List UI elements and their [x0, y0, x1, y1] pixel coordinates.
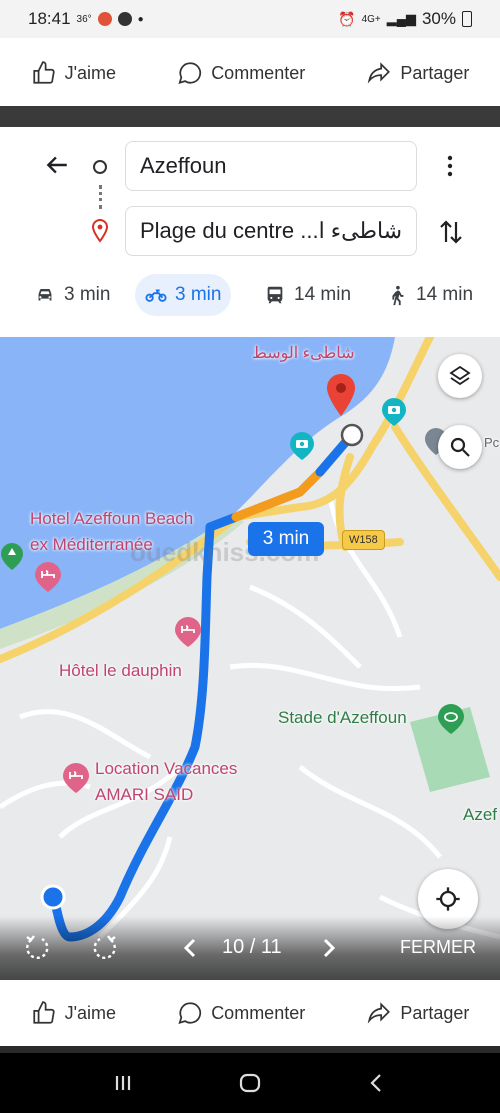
chevron-right-icon [323, 938, 336, 958]
share-button[interactable]: Partager [366, 60, 469, 86]
stadium-label: Stade d'Azeffoun [278, 708, 407, 727]
back-arrow-icon[interactable] [44, 152, 70, 178]
rotate-right-icon [93, 935, 116, 959]
comment-icon [178, 62, 202, 85]
social-bar-bottom: J'aime Commenter Partager [0, 980, 500, 1046]
stadium-poi-icon[interactable] [437, 703, 465, 735]
hotel-beach-label: Hotel Azeffoun Beach [30, 509, 194, 528]
origin-field[interactable]: Azeffoun [125, 141, 417, 191]
origin-circle-icon [93, 160, 107, 174]
azeffoun-edge-label: Azef [463, 805, 498, 824]
comment-button[interactable]: Commenter [177, 60, 305, 86]
image-top-edge [0, 106, 500, 127]
thumbs-up-icon [32, 61, 55, 84]
thumbs-up-icon [32, 1001, 55, 1024]
comment-icon [178, 1002, 202, 1025]
network-type: 4G+ [361, 13, 381, 25]
battery-icon [462, 11, 472, 27]
share-icon [368, 1002, 391, 1024]
share-icon [368, 62, 391, 84]
rotate-right-button[interactable] [90, 932, 120, 962]
battery-percent: 30% [421, 9, 456, 28]
more-notifications-icon: ● [137, 13, 144, 25]
page-bottom-edge [0, 1046, 500, 1053]
destination-map-pin-icon[interactable] [326, 373, 356, 417]
home-icon[interactable] [237, 1070, 263, 1096]
rotate-left-button[interactable] [22, 932, 52, 962]
system-nav-bar [0, 1053, 500, 1113]
destination-field[interactable]: Plage du centre ...شاطىء ا [125, 206, 417, 256]
walk-icon [392, 285, 404, 306]
mode-car-label: 3 min [64, 284, 111, 305]
mode-walk-label: 14 min [416, 284, 474, 305]
mode-car[interactable]: 3 min [24, 274, 120, 316]
notification-app-icon [97, 12, 112, 26]
status-bar: 18:41 36° ● ⏰ 4G+ ▂▄▆ 30% [0, 0, 500, 38]
rotate-left-icon [26, 935, 49, 959]
more-options-icon[interactable] [444, 154, 456, 178]
comment-label: Commenter [211, 62, 306, 83]
car-icon [38, 289, 52, 301]
alarm-icon: ⏰ [338, 10, 356, 27]
location-vacances-sublabel: AMARI SAID [95, 785, 194, 804]
hotel-poi-icon[interactable] [174, 616, 202, 648]
like-label: J'aime [64, 62, 117, 83]
route-time-badge[interactable]: 3 min [248, 522, 324, 556]
mode-motorcycle-label: 3 min [175, 284, 222, 305]
motorcycle-icon [145, 289, 167, 302]
search-icon [450, 437, 470, 457]
layers-icon [449, 365, 471, 386]
status-time: 18:41 [28, 9, 71, 28]
swap-icon[interactable] [438, 218, 464, 246]
hotel-dauphin-label: Hôtel le dauphin [59, 661, 182, 680]
road-w158-badge: W158 [342, 530, 385, 550]
previous-image-button[interactable] [176, 933, 206, 963]
back-icon[interactable] [364, 1070, 390, 1096]
like-label: J'aime [64, 1002, 117, 1023]
status-temperature: 36° [76, 13, 92, 25]
share-button[interactable]: Partager [366, 1000, 469, 1026]
like-button[interactable]: J'aime [31, 1000, 116, 1026]
location-vacances-label: Location Vacances [95, 759, 238, 778]
mode-walk[interactable]: 14 min [376, 274, 483, 316]
like-button[interactable]: J'aime [31, 60, 116, 86]
ball-icon [117, 12, 132, 26]
mode-transit-label: 14 min [294, 284, 352, 305]
destination-pin-icon [91, 219, 109, 243]
camera-poi-icon[interactable] [381, 397, 407, 427]
mode-motorcycle[interactable]: 3 min [135, 274, 232, 316]
social-bar-top: J'aime Commenter Partager [0, 40, 500, 106]
hotel-poi-icon[interactable] [34, 561, 62, 593]
share-label: Partager [400, 62, 470, 83]
close-viewer-button[interactable]: FERMER [400, 937, 476, 958]
recent-apps-icon[interactable] [110, 1070, 136, 1096]
next-image-button[interactable] [313, 933, 343, 963]
comment-label: Commenter [211, 1002, 306, 1023]
route-dots-icon [99, 185, 102, 209]
search-map-button[interactable] [438, 425, 482, 469]
my-location-icon [436, 887, 460, 911]
camera-poi-icon[interactable] [289, 431, 315, 461]
layers-button[interactable] [438, 354, 482, 398]
start-location-dot [40, 884, 66, 910]
signal-icon: ▂▄▆ [386, 11, 416, 26]
chevron-left-icon [183, 938, 196, 958]
route-end-circle [340, 423, 364, 447]
travel-modes: 3 min 3 min 14 min 14 min [0, 274, 500, 316]
pc-edge-label: Pc [484, 435, 500, 450]
share-label: Partager [400, 1002, 470, 1023]
comment-button[interactable]: Commenter [177, 1000, 305, 1026]
beach-label-arabic: شاطىء الوسط [252, 345, 355, 362]
transit-icon [267, 286, 283, 304]
image-counter: 10 / 11 [222, 936, 282, 958]
park-poi-icon[interactable] [0, 542, 24, 572]
hotel-poi-icon[interactable] [62, 762, 90, 794]
mode-transit[interactable]: 14 min [254, 274, 361, 316]
